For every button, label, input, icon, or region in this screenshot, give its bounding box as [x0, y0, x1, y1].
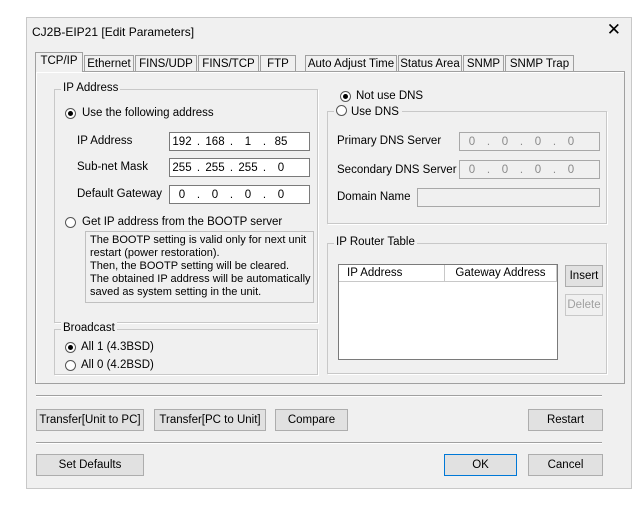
secondary-dns-field[interactable]: 0. 0. 0. 0 — [459, 160, 600, 179]
transfer-pc-to-unit-button[interactable]: Transfer[PC to Unit] — [154, 409, 266, 431]
ip-router-table-label: IP Router Table — [334, 236, 417, 248]
delete-button[interactable]: Delete — [565, 294, 603, 316]
tab-auto-adjust-time[interactable]: Auto Adjust Time — [305, 55, 397, 71]
ip-router-table-group: IP Router Table IP Address Gateway Addre… — [327, 236, 607, 374]
tab-ethernet[interactable]: Ethernet — [84, 55, 134, 71]
subnet-mask-field[interactable]: 255. 255. 255. 0 — [169, 158, 310, 177]
ip-router-table-list[interactable]: IP Address Gateway Address — [338, 264, 558, 360]
ip-address-group: IP Address Use the following address IP … — [54, 82, 318, 323]
use-following-address-label: Use the following address — [82, 107, 214, 119]
tab-tcp-ip[interactable]: TCP/IP — [35, 52, 83, 72]
ip-address-group-label: IP Address — [61, 82, 121, 94]
ip-address-field[interactable]: 192. 168. 1. 85 — [169, 132, 310, 151]
window-title: CJ2B-EIP21 [Edit Parameters] — [32, 25, 195, 39]
tcp-ip-tab-pane: IP Address Use the following address IP … — [35, 71, 625, 384]
bootp-note: The BOOTP setting is valid only for next… — [85, 231, 314, 303]
all0-radio[interactable] — [65, 360, 76, 371]
dns-group: Not use DNS Use DNS Primary DNS Server 0… — [327, 90, 607, 224]
col-gateway-address[interactable]: Gateway Address — [445, 265, 557, 282]
tab-ftp[interactable]: FTP — [260, 55, 296, 71]
transfer-unit-to-pc-button[interactable]: Transfer[Unit to PC] — [36, 409, 144, 431]
default-gateway-field[interactable]: 0. 0. 0. 0 — [169, 185, 310, 204]
tab-fins-udp[interactable]: FINS/UDP — [135, 55, 197, 71]
broadcast-group-label: Broadcast — [61, 322, 117, 334]
bootp-radio[interactable] — [65, 217, 76, 228]
col-ip-address[interactable]: IP Address — [339, 265, 445, 282]
all1-label: All 1 (4.3BSD) — [81, 341, 154, 353]
insert-button[interactable]: Insert — [565, 265, 603, 287]
not-use-dns-radio[interactable] — [340, 91, 351, 102]
primary-dns-label: Primary DNS Server — [337, 135, 442, 147]
set-defaults-button[interactable]: Set Defaults — [36, 454, 144, 476]
broadcast-group: Broadcast All 1 (4.3BSD) All 0 (4.2BSD) — [54, 322, 318, 375]
domain-name-field[interactable] — [417, 188, 600, 207]
separator-bottom — [36, 442, 602, 444]
ip-address-label: IP Address — [77, 135, 133, 147]
not-use-dns-label: Not use DNS — [356, 90, 424, 102]
bootp-label: Get IP address from the BOOTP server — [82, 216, 283, 228]
domain-name-label: Domain Name — [337, 191, 411, 203]
use-following-address-radio[interactable] — [65, 108, 76, 119]
cancel-button[interactable]: Cancel — [528, 454, 603, 476]
use-dns-group-label: Use DNS — [334, 104, 402, 118]
tab-snmp-trap[interactable]: SNMP Trap — [505, 55, 574, 71]
separator-top — [36, 395, 602, 397]
use-dns-radio[interactable] — [336, 105, 347, 116]
tab-snmp[interactable]: SNMP — [463, 55, 504, 71]
ok-button[interactable]: OK — [444, 454, 517, 476]
tab-status-area[interactable]: Status Area — [398, 55, 462, 71]
restart-button[interactable]: Restart — [528, 409, 603, 431]
close-icon[interactable]: ✕ — [607, 20, 621, 40]
all0-label: All 0 (4.2BSD) — [81, 359, 154, 371]
tab-fins-tcp[interactable]: FINS/TCP — [198, 55, 259, 71]
compare-button[interactable]: Compare — [275, 409, 348, 431]
all1-radio[interactable] — [65, 342, 76, 353]
edit-parameters-dialog: CJ2B-EIP21 [Edit Parameters] ✕ TCP/IP Et… — [26, 17, 632, 489]
default-gateway-label: Default Gateway — [77, 188, 163, 200]
secondary-dns-label: Secondary DNS Server — [337, 164, 457, 176]
primary-dns-field[interactable]: 0. 0. 0. 0 — [459, 132, 600, 151]
subnet-mask-label: Sub-net Mask — [77, 161, 148, 173]
